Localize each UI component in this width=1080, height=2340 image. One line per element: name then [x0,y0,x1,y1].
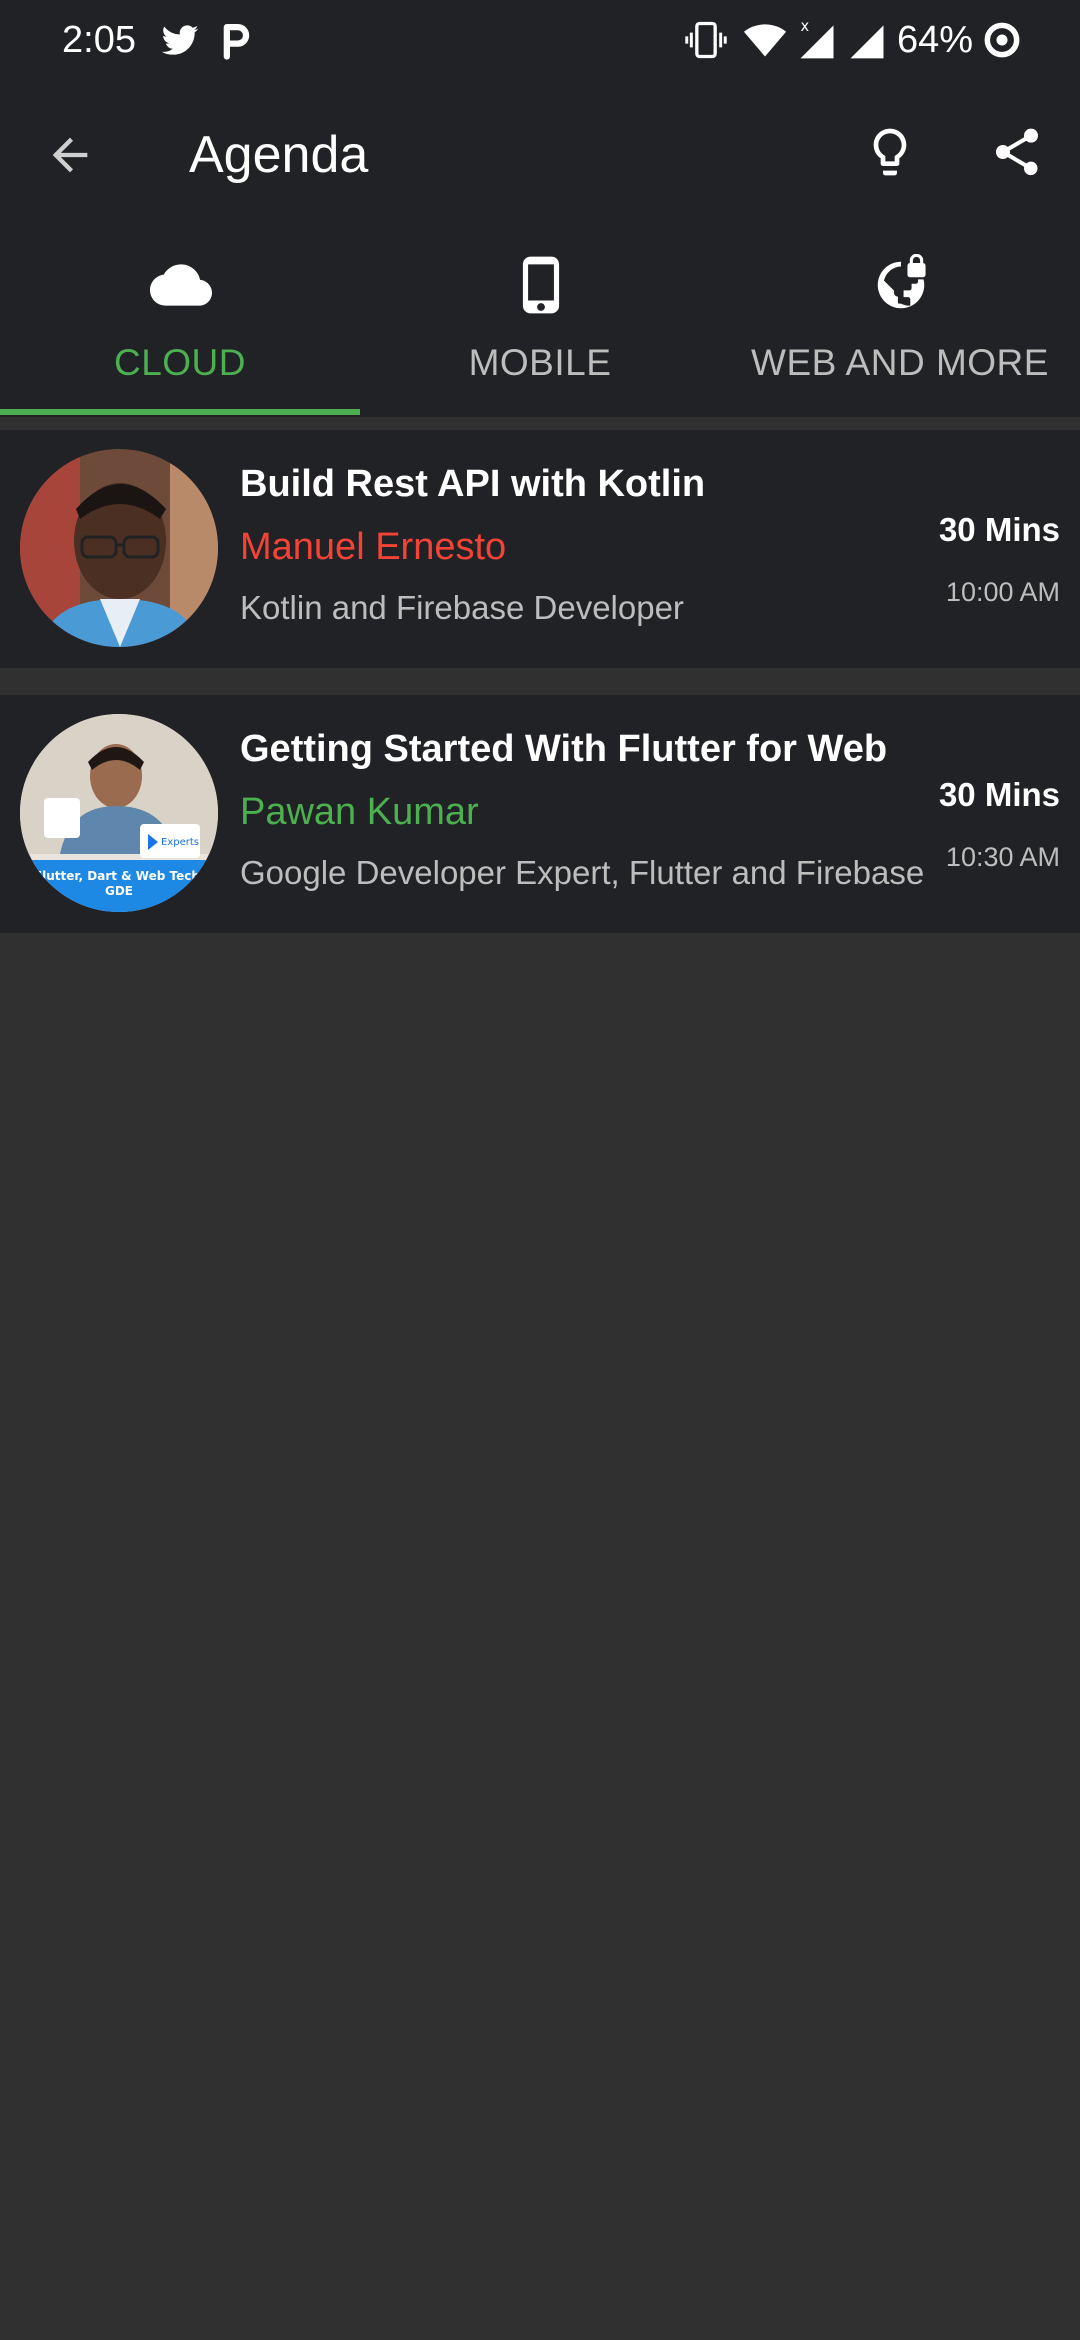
tab-bar: CLOUD MOBILE WEB AND MORE [0,240,1080,417]
signal-icon: x [800,18,834,59]
tab-label: WEB AND MORE [751,342,1049,383]
signal-icon [850,25,884,59]
lightbulb-button[interactable] [855,117,925,187]
status-time: 2:05 [62,19,136,61]
wifi-icon [743,24,787,57]
session-time: 10:00 AM [945,577,1060,607]
active-tab-indicator [0,409,360,415]
session-title: Getting Started With Flutter for Web [240,728,888,770]
p-app-icon [223,24,250,60]
share-icon [996,128,1038,176]
tab-label: MOBILE [468,342,612,383]
cloud-icon [150,264,212,306]
status-bar: 2:05 x 64% [0,0,1080,80]
globe-lock-icon [877,254,926,309]
speaker-description: Kotlin and Firebase Developer [240,589,684,626]
session-time: 10:30 AM [945,842,1060,872]
session-duration: 30 Mins [938,511,1060,548]
app-bar: Agenda [0,100,1080,210]
lightbulb-icon [873,128,907,176]
share-button[interactable] [982,117,1052,187]
session-title: Build Rest API with Kotlin [240,463,706,505]
session-card[interactable]: Experts Flutter, Dart & Web Tech GDE Get… [0,695,1080,933]
top-bar: 2:05 x 64% Agenda CLOUD MOBILE WEB AND M… [0,0,1080,417]
back-button[interactable] [35,120,105,190]
avatar: Experts Flutter, Dart & Web Tech GDE [20,714,218,912]
battery-percent: 64% [897,19,974,61]
tab-label: CLOUD [113,342,247,383]
session-card[interactable]: Build Rest API with Kotlin Manuel Ernest… [0,430,1080,668]
phone-icon [522,256,560,314]
speaker-description: Google Developer Expert, Flutter and Fir… [240,854,925,891]
vibrate-icon [685,21,727,59]
svg-text:x: x [801,18,810,35]
speaker-name[interactable]: Manuel Ernesto [240,523,506,571]
avatar-badge: Experts [161,837,199,848]
tab-web-and-more[interactable]: WEB AND MORE [720,240,1080,417]
tab-mobile[interactable]: MOBILE [360,240,720,417]
arrow-back-icon [52,137,88,173]
battery-ring-icon [984,22,1020,58]
page-title: Agenda [189,126,369,184]
avatar [20,449,218,647]
session-duration: 30 Mins [938,776,1060,813]
speaker-name[interactable]: Pawan Kumar [240,788,479,836]
twitter-icon [161,25,199,55]
tab-cloud[interactable]: CLOUD [0,240,360,417]
